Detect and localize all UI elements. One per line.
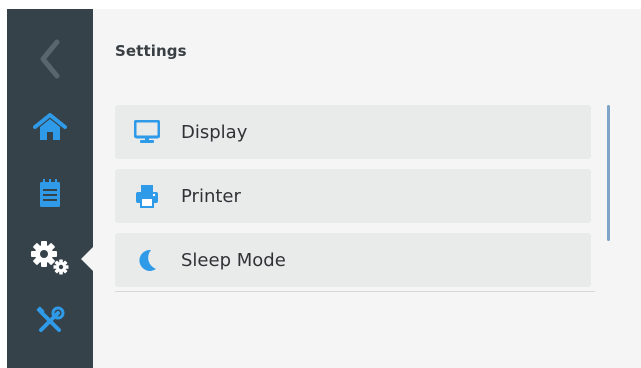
monitor-icon xyxy=(133,118,161,146)
moon-icon xyxy=(133,246,161,274)
scrollbar[interactable] xyxy=(607,105,610,241)
sidebar-item-home[interactable] xyxy=(7,97,93,157)
gears-icon xyxy=(31,241,69,275)
list-item-label: Printer xyxy=(181,185,241,207)
sidebar-item-tools[interactable] xyxy=(7,291,93,351)
list-item-printer[interactable]: Printer xyxy=(115,169,591,223)
sidebar-item-notes[interactable] xyxy=(7,163,93,223)
sidebar xyxy=(7,9,94,368)
home-icon xyxy=(33,113,67,140)
list-divider xyxy=(115,291,595,292)
list-item-sleep-mode[interactable]: Sleep Mode xyxy=(115,233,591,287)
settings-screen: Settings Display Printer Sleep Mode xyxy=(7,9,641,368)
tools-icon xyxy=(36,306,65,332)
list-item-display[interactable]: Display xyxy=(115,105,591,159)
list-item-label: Display xyxy=(181,121,248,143)
chevron-left-icon xyxy=(40,39,60,79)
printer-icon xyxy=(133,182,161,210)
back-button[interactable] xyxy=(7,29,93,89)
app-frame: Settings Display Printer Sleep Mode xyxy=(0,0,641,368)
main-content: Settings Display Printer Sleep Mode xyxy=(93,9,641,368)
notepad-icon xyxy=(40,179,60,207)
list-item-label: Sleep Mode xyxy=(181,249,286,271)
page-title: Settings xyxy=(115,42,187,60)
